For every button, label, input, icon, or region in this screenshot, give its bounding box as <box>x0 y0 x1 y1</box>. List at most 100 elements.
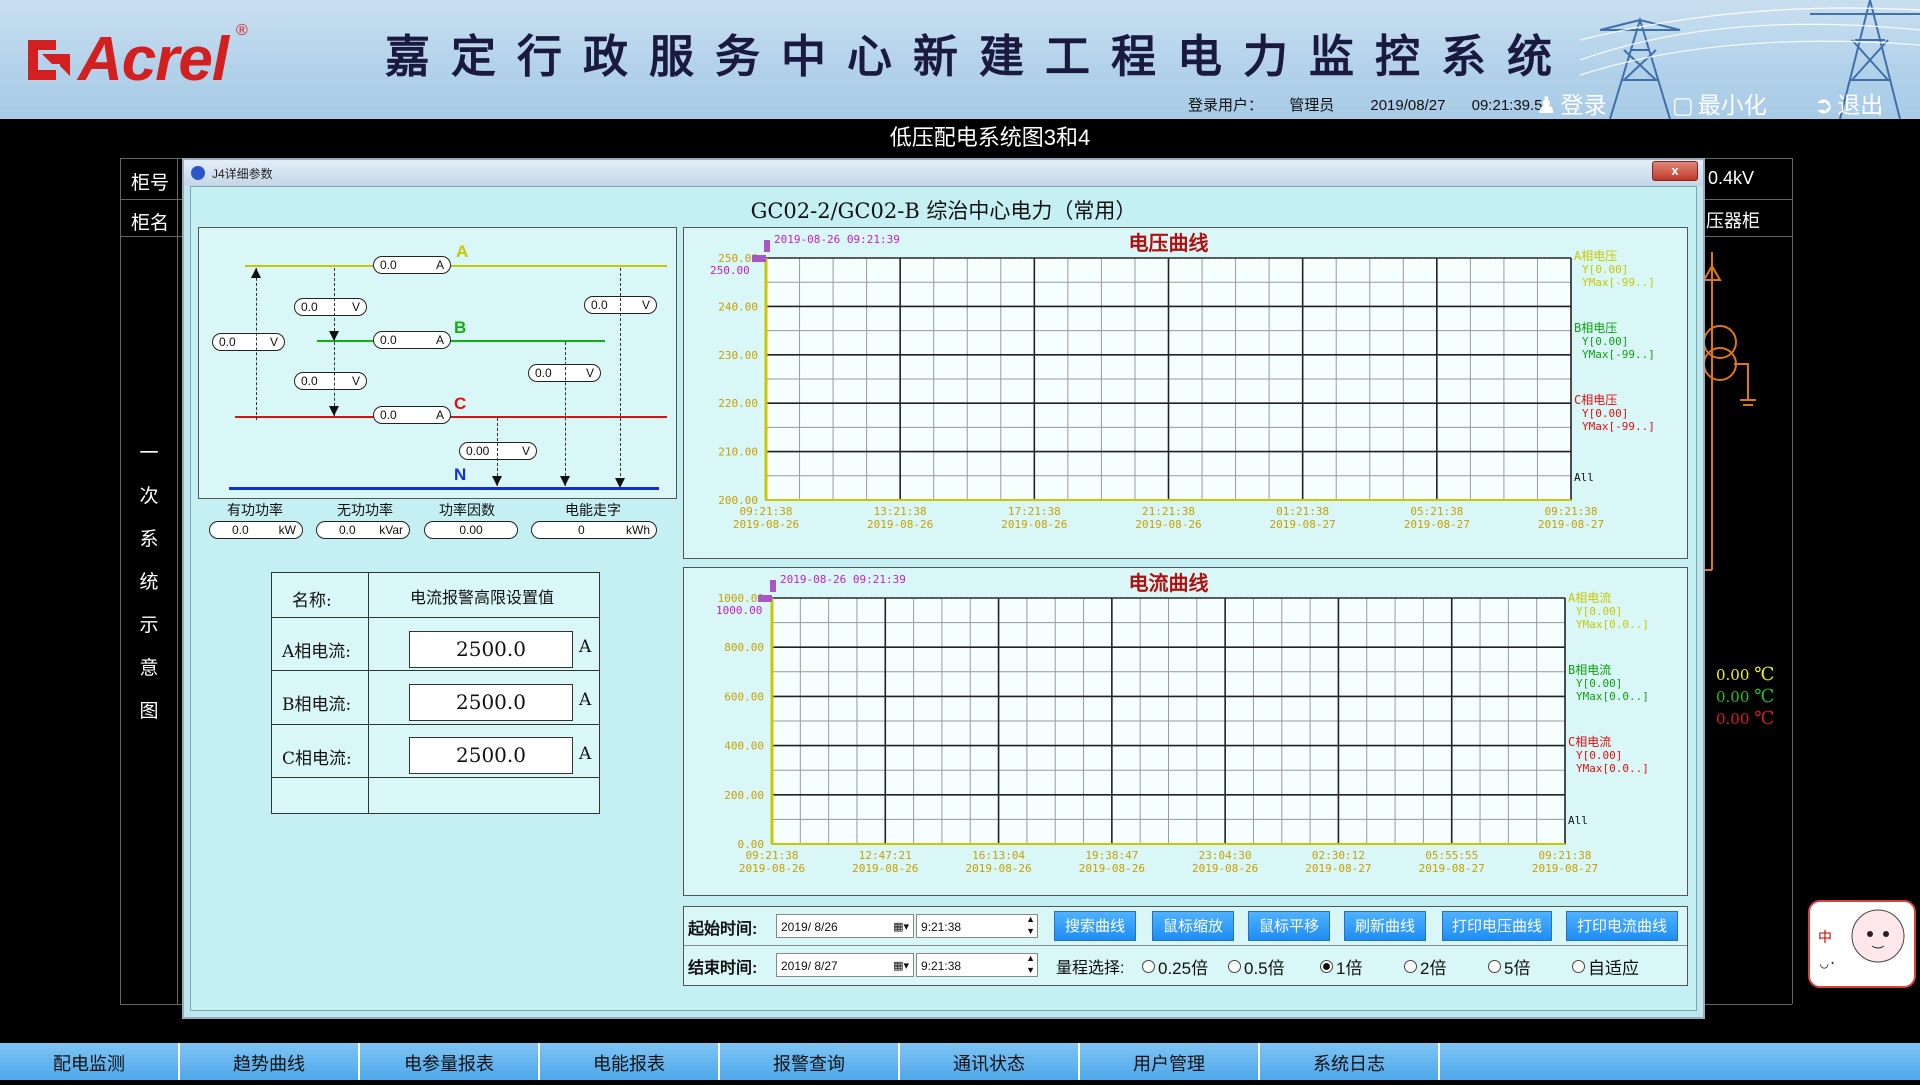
calendar-dropdown-icon[interactable]: ▦▾ <box>893 954 909 978</box>
range-radio-auto[interactable]: 自适应 <box>1572 954 1639 979</box>
end-time-input[interactable]: 9:21:38 ▲ ▼ <box>916 953 1038 977</box>
start-date-input[interactable]: 2019/ 8/26 ▦▾ <box>776 914 914 938</box>
right-cabinet-label: 压器柜 <box>1706 211 1760 231</box>
field-unit: V <box>269 335 278 349</box>
legend-series-name: C相电流 <box>1568 735 1611 749</box>
nav-comm-status[interactable]: 通讯状态 <box>900 1043 1080 1080</box>
x-tick-label: 19:38:47 <box>1085 849 1138 862</box>
x-tick-date: 2019-08-26 <box>739 862 805 875</box>
legend-series-ymax: YMax[0.0..] <box>1576 618 1649 631</box>
field-unit: V <box>521 444 530 458</box>
y-tick-label: 230.00 <box>718 349 758 362</box>
start-date-value: 2019/ 8/26 <box>781 920 838 934</box>
x-tick-label: 23:04:30 <box>1199 849 1252 862</box>
energy-field: 0 kWh <box>531 521 657 539</box>
minimize-label: 最小化 <box>1697 92 1767 118</box>
page-title: 低压配电系统图3和4 <box>889 125 1091 150</box>
search-curve-button[interactable]: 搜索曲线 <box>1054 911 1136 941</box>
exit-icon: ➲ <box>1814 92 1834 118</box>
refresh-curve-button[interactable]: 刷新曲线 <box>1344 911 1426 941</box>
time-spinner-icon[interactable]: ▲ ▼ <box>1026 913 1035 937</box>
arrow-down-icon <box>329 331 339 341</box>
print-voltage-curve-button[interactable]: 打印电压曲线 <box>1442 911 1552 941</box>
dialog-titlebar[interactable]: J4详细参数 x <box>184 160 1703 186</box>
chat-assistant-mascot[interactable]: 中 ◡· <box>1808 900 1916 988</box>
legend-series-ymax: YMax[-99..] <box>1582 420 1655 433</box>
legend-series-name: A相电压 <box>1574 249 1617 263</box>
legend-series-y: Y[0.00] <box>1582 335 1628 348</box>
phase-b-label: B <box>454 318 467 337</box>
range-radio-1x[interactable]: 1倍 <box>1320 954 1362 979</box>
bg-table-line <box>177 158 178 1004</box>
phase-a-label: A <box>456 242 469 261</box>
cursor-handle <box>752 255 766 262</box>
cabinet-name-label: 柜名 <box>131 213 170 234</box>
mouse-zoom-button[interactable]: 鼠标缩放 <box>1152 911 1234 941</box>
current-a-limit-input[interactable]: 2500.0 <box>409 631 573 668</box>
user-icon: ♟ <box>1536 92 1557 118</box>
x-tick-date: 2019-08-26 <box>965 862 1031 875</box>
current-c-limit-input[interactable]: 2500.0 <box>409 737 573 774</box>
range-radio-2x[interactable]: 2倍 <box>1404 954 1446 979</box>
minimize-button[interactable]: ▢ 最小化 <box>1672 86 1767 120</box>
y-tick-label: 400.00 <box>724 740 764 753</box>
field-value: 0.0 <box>591 298 608 312</box>
registered-mark: ® <box>236 22 248 39</box>
nav-energy-report[interactable]: 电能报表 <box>540 1043 720 1080</box>
temp-value: 0.00 <box>1716 688 1750 706</box>
phase-c-label: C <box>454 394 467 413</box>
current-date: 2019/08/27 <box>1370 97 1446 114</box>
arrow-up-icon <box>251 268 261 278</box>
table-divider <box>368 573 369 813</box>
voltage-ab-field: 0.0 V <box>294 298 367 316</box>
legend-series-ymax: YMax[0.0..] <box>1576 762 1649 775</box>
x-tick-label: 21:21:38 <box>1142 505 1195 518</box>
print-current-curve-button[interactable]: 打印电流曲线 <box>1566 911 1678 941</box>
login-button[interactable]: ♟ 登录 <box>1536 86 1607 120</box>
end-date-input[interactable]: 2019/ 8/27 ▦▾ <box>776 953 914 977</box>
mouse-pan-button[interactable]: 鼠标平移 <box>1248 911 1330 941</box>
radio-label: 自适应 <box>1588 959 1639 978</box>
current-b-limit-input[interactable]: 2500.0 <box>409 684 573 721</box>
range-radio-0.25x[interactable]: 0.25倍 <box>1142 954 1208 979</box>
table-divider <box>272 670 599 671</box>
voltage-chart[interactable]: 电压曲线250.00240.00230.00220.00210.00200.00… <box>684 228 1687 558</box>
nav-alarm-query[interactable]: 报警查询 <box>720 1043 900 1080</box>
vertical-char: 系 <box>139 529 159 550</box>
close-button[interactable]: x <box>1652 161 1698 181</box>
unit-label: A <box>579 744 592 764</box>
x-tick-label: 13:21:38 <box>874 505 927 518</box>
exit-button[interactable]: ➲ 退出 <box>1814 86 1883 120</box>
temp-reading-2: 0.00 ℃ <box>1716 686 1774 707</box>
temp-value: 0.00 <box>1716 666 1750 684</box>
login-label: 登录 <box>1560 92 1607 118</box>
dialog-title: J4详细参数 <box>212 167 273 181</box>
x-tick-label: 09:21:38 <box>746 849 799 862</box>
nav-distribution-monitor[interactable]: 配电监测 <box>0 1043 180 1080</box>
y-tick-label: 240.00 <box>718 300 758 313</box>
cursor-timestamp: 2019-08-26 09:21:39 <box>780 573 906 586</box>
current-chart[interactable]: 电流曲线1000.00800.00600.00400.00200.000.000… <box>684 568 1687 895</box>
start-time-input[interactable]: 9:21:38 ▲ ▼ <box>916 914 1038 938</box>
radio-label: 1倍 <box>1336 959 1363 978</box>
y-tick-label: 220.00 <box>718 397 758 410</box>
cursor-value: 1000.00 <box>716 604 762 617</box>
nav-user-management[interactable]: 用户管理 <box>1080 1043 1260 1080</box>
x-tick-label: 05:21:38 <box>1410 505 1463 518</box>
range-radio-5x[interactable]: 5倍 <box>1488 954 1530 979</box>
legend-series-y: Y[0.00] <box>1576 749 1622 762</box>
field-value: 0.0 <box>380 258 397 272</box>
field-value: 0 <box>578 523 585 537</box>
x-tick-date: 2019-08-26 <box>1192 862 1258 875</box>
temp-unit: ℃ <box>1754 686 1775 707</box>
calendar-dropdown-icon[interactable]: ▦▾ <box>893 915 909 939</box>
time-spinner-icon[interactable]: ▲ ▼ <box>1026 952 1035 976</box>
nav-system-log[interactable]: 系统日志 <box>1260 1043 1440 1080</box>
range-radio-0.5x[interactable]: 0.5倍 <box>1228 954 1285 979</box>
nav-trend-curve[interactable]: 趋势曲线 <box>180 1043 360 1080</box>
legend-series-y: Y[0.00] <box>1582 407 1628 420</box>
name-value: 电流报警高限设置值 <box>410 588 555 607</box>
connector-line <box>334 342 335 416</box>
nav-parameter-report[interactable]: 电参量报表 <box>360 1043 540 1080</box>
current-c-limit-label: C相电流: <box>282 749 352 769</box>
